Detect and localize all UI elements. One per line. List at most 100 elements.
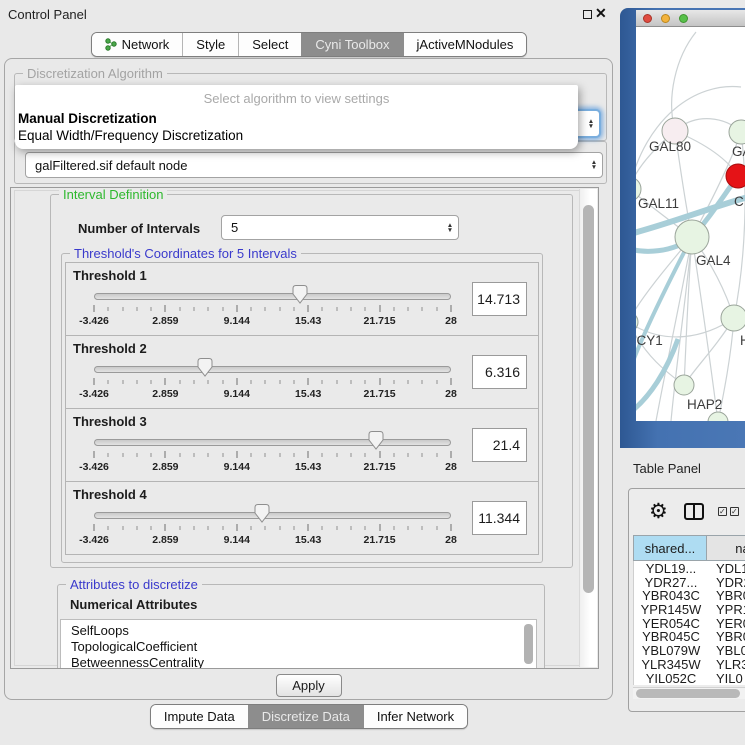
network-tab-icon	[105, 38, 117, 51]
threshold-coordinates-group: Threshold's Coordinates for 5 Intervals …	[61, 253, 543, 563]
tab-select[interactable]: Select	[238, 33, 301, 56]
cell-name: YBR0	[708, 629, 745, 643]
threshold-value-field[interactable]: 14.713	[472, 282, 527, 316]
slider-ticks	[94, 305, 451, 313]
column-visibility-icons: ✓ ✓	[718, 507, 739, 516]
table-header: shared... na	[633, 535, 745, 561]
table-row[interactable]: YDL19...YDL1	[634, 561, 745, 575]
network-node[interactable]	[726, 164, 745, 188]
dropdown-option-equal-width[interactable]: Equal Width/Frequency Discretization	[15, 127, 578, 144]
table-row[interactable]: YBR043CYBR0	[634, 588, 745, 602]
group-title: Discretization Algorithm	[23, 66, 167, 81]
column-header-shared-name[interactable]: shared...	[633, 535, 707, 561]
tab-network[interactable]: Network	[92, 33, 183, 56]
table-row[interactable]: YDR27...YDR2	[634, 575, 745, 589]
threshold-2-panel: Threshold 2 -3.4262.8599.14415.4321.7152…	[65, 335, 539, 409]
table-row[interactable]: YBR045CYBR0	[634, 629, 745, 643]
bottom-tab-bar: Impute Data Discretize Data Infer Networ…	[0, 704, 618, 729]
cell-shared-name: YBL079W	[634, 643, 708, 657]
slider-track[interactable]	[94, 512, 451, 519]
close-window-icon[interactable]	[643, 14, 652, 23]
slider-track[interactable]	[94, 366, 451, 373]
list-scrollbar[interactable]	[524, 624, 533, 664]
slider-track[interactable]	[94, 439, 451, 446]
cell-shared-name: YBR045C	[634, 629, 708, 643]
tab-discretize-data[interactable]: Discretize Data	[248, 705, 363, 728]
tab-group: Network Style Select Cyni Toolbox jActiv…	[91, 32, 528, 57]
scrollbar-thumb[interactable]	[636, 689, 740, 698]
cell-shared-name: YDR27...	[634, 575, 708, 589]
tab-label: Style	[196, 37, 225, 52]
interval-definition-group: Interval Definition Number of Intervals …	[50, 194, 573, 568]
settings-scroll-pane: Interval Definition Number of Intervals …	[10, 187, 599, 669]
tab-label: Discretize Data	[262, 709, 350, 724]
table-row[interactable]: YIL052CYIL0	[634, 671, 745, 685]
slider-tick-labels: -3.4262.8599.14415.4321.71528	[94, 315, 451, 328]
slider-thumb[interactable]	[367, 430, 385, 451]
table-row[interactable]: YLR345WYLR3	[634, 657, 745, 671]
network-view-window: GAL80GACGAL11GAL4GCY1HHAP2	[620, 8, 745, 448]
network-node[interactable]	[708, 412, 728, 421]
cell-name: YER0	[708, 616, 745, 630]
number-of-intervals-combobox[interactable]: 5 ▲▼	[221, 215, 459, 240]
cell-name: YDR2	[708, 575, 745, 589]
tab-style[interactable]: Style	[182, 33, 238, 56]
table-panel-title: Table Panel	[633, 461, 701, 476]
table-data-combobox[interactable]: galFiltered.sif default node ▲▼	[25, 152, 603, 178]
attribute-list-item[interactable]: BetweennessCentrality	[71, 655, 536, 669]
slider-tick-labels: -3.4262.8599.14415.4321.71528	[94, 534, 451, 547]
network-node[interactable]	[721, 305, 745, 331]
node-label: HAP2	[687, 397, 722, 412]
checkbox-icon[interactable]: ✓	[718, 507, 727, 516]
attribute-list-item[interactable]: SelfLoops	[71, 623, 536, 639]
threshold-value-field[interactable]: 6.316	[472, 355, 527, 389]
network-canvas[interactable]: GAL80GACGAL11GAL4GCY1HHAP2	[636, 27, 745, 421]
scrollbar-thumb[interactable]	[583, 205, 594, 593]
table-row[interactable]: YBL079WYBL0	[634, 643, 745, 657]
checkbox-icon[interactable]: ✓	[730, 507, 739, 516]
tab-impute-data[interactable]: Impute Data	[151, 705, 248, 728]
minimize-window-icon[interactable]	[661, 14, 670, 23]
slider-thumb[interactable]	[196, 357, 214, 378]
horizontal-scrollbar[interactable]	[633, 687, 745, 699]
float-panel-icon[interactable]	[583, 10, 592, 19]
dropdown-option-manual[interactable]: Manual Discretization	[15, 110, 578, 127]
tab-jactivemnodules[interactable]: jActiveMNodules	[403, 33, 527, 56]
network-node[interactable]	[729, 120, 745, 144]
cell-shared-name: YIL052C	[634, 671, 708, 685]
gear-icon[interactable]: ⚙	[649, 499, 668, 524]
vertical-scrollbar[interactable]	[579, 189, 597, 667]
node-label: GAL80	[649, 139, 691, 154]
split-view-icon[interactable]	[684, 503, 704, 520]
dropdown-prompt: Select algorithm to view settings	[15, 88, 578, 110]
network-node[interactable]	[636, 312, 638, 332]
threshold-label: Threshold 3	[73, 414, 147, 429]
tab-cyni-toolbox[interactable]: Cyni Toolbox	[301, 33, 402, 56]
apply-button[interactable]: Apply	[276, 674, 342, 697]
network-window-titlebar[interactable]	[636, 10, 745, 27]
numerical-attributes-list[interactable]: SelfLoopsTopologicalCoefficientBetweenne…	[60, 619, 537, 669]
threshold-value-field[interactable]: 11.344	[472, 501, 527, 535]
attribute-list-item[interactable]: TopologicalCoefficient	[71, 639, 536, 655]
network-node[interactable]	[674, 375, 694, 395]
close-icon[interactable]: ✕	[595, 5, 607, 22]
cell-shared-name: YER054C	[634, 616, 708, 630]
cell-name: YIL0	[708, 671, 745, 685]
network-node[interactable]	[675, 220, 709, 254]
algorithm-dropdown-popup: Select algorithm to view settings Manual…	[15, 85, 578, 149]
tab-label: Select	[252, 37, 288, 52]
top-tab-bar: Network Style Select Cyni Toolbox jActiv…	[0, 32, 618, 57]
cell-name: YPR1	[708, 602, 745, 616]
threshold-value-field[interactable]: 21.4	[472, 428, 527, 462]
slider-thumb[interactable]	[291, 284, 309, 305]
column-header-name[interactable]: na	[707, 535, 745, 561]
slider-thumb[interactable]	[253, 503, 271, 524]
tab-group: Impute Data Discretize Data Infer Networ…	[150, 704, 468, 729]
zoom-window-icon[interactable]	[679, 14, 688, 23]
table-panel: ⚙ ✓ ✓ shared... na YDL19...YDL1YDR27...Y…	[628, 488, 745, 712]
table-row[interactable]: YPR145WYPR1	[634, 602, 745, 616]
slider-track[interactable]	[94, 293, 451, 300]
slider-ticks	[94, 378, 451, 386]
table-row[interactable]: YER054CYER0	[634, 616, 745, 630]
tab-infer-network[interactable]: Infer Network	[363, 705, 467, 728]
